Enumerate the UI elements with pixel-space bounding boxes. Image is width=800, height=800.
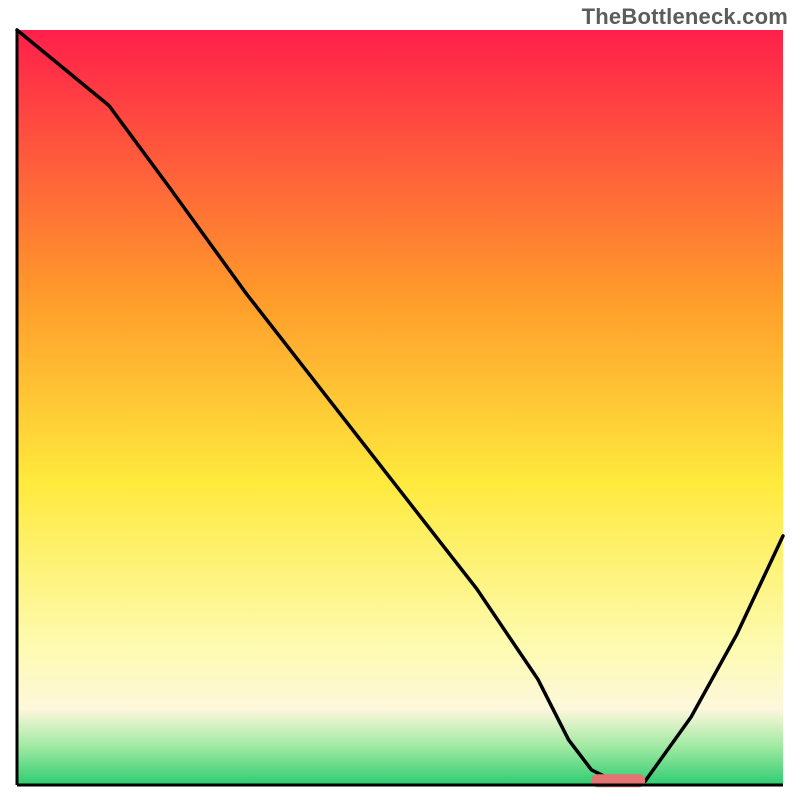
- chart-svg: [0, 0, 800, 800]
- watermark-text: TheBottleneck.com: [582, 4, 788, 30]
- plot-background: [17, 30, 783, 785]
- bottleneck-chart: TheBottleneck.com: [0, 0, 800, 800]
